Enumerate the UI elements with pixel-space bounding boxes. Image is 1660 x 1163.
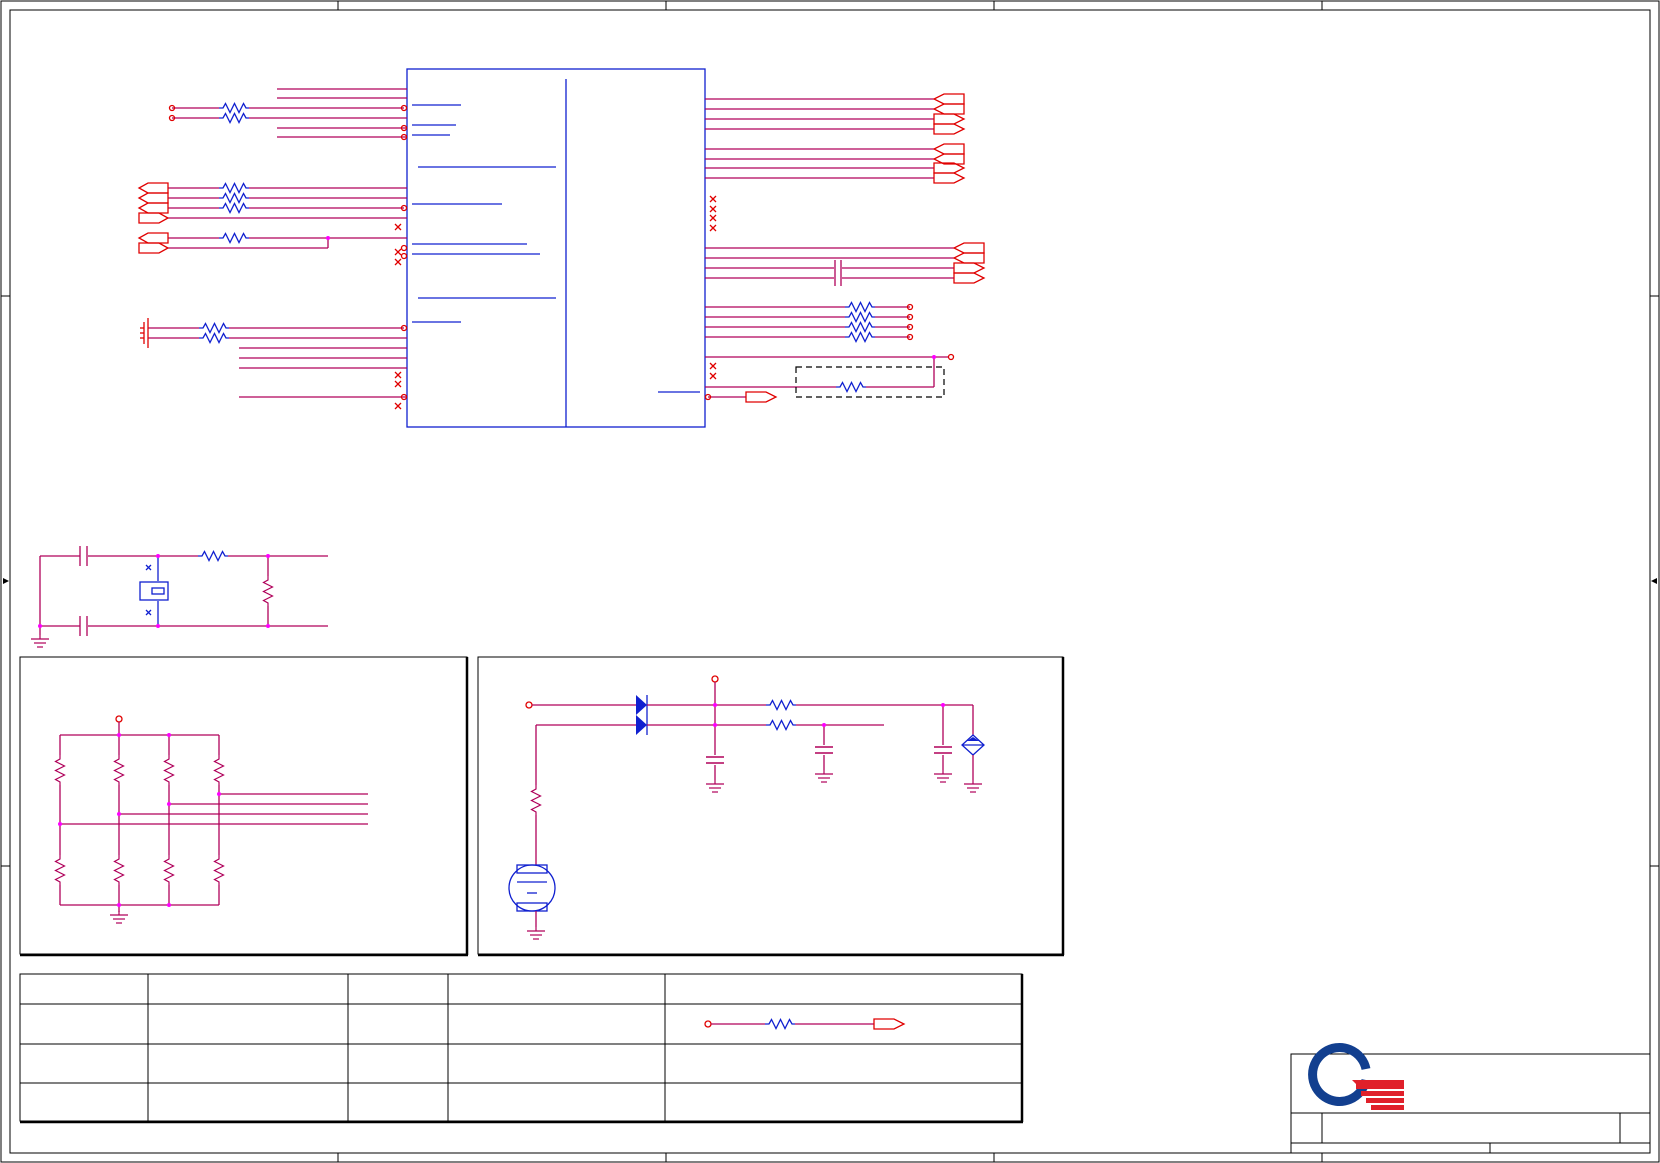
ic-right-resistors xyxy=(835,301,876,393)
ic-right-no-connect-marks xyxy=(709,195,717,380)
ic-left-pin-wires xyxy=(148,88,407,398)
schematic-sheet xyxy=(0,0,1660,1163)
ic-right-pin-wires xyxy=(705,98,954,398)
ic-left-test-points xyxy=(168,104,408,401)
optional-resistor-box xyxy=(795,366,945,398)
sheet-border xyxy=(0,0,1660,1163)
ic-right-capacitor xyxy=(834,260,842,286)
rtc-battery-panel xyxy=(477,656,1065,957)
info-table xyxy=(19,973,1024,1124)
company-logo-icon xyxy=(1308,1043,1404,1110)
ic-right-test-points xyxy=(704,303,955,401)
ic-left-no-connect-marks xyxy=(394,223,402,410)
main-ic-symbol xyxy=(406,68,706,428)
strap-resistor-panel xyxy=(19,656,469,957)
ic-left-ports xyxy=(137,182,170,348)
ic-left-resistors xyxy=(198,102,250,344)
crystal-oscillator-circuit xyxy=(30,546,328,648)
